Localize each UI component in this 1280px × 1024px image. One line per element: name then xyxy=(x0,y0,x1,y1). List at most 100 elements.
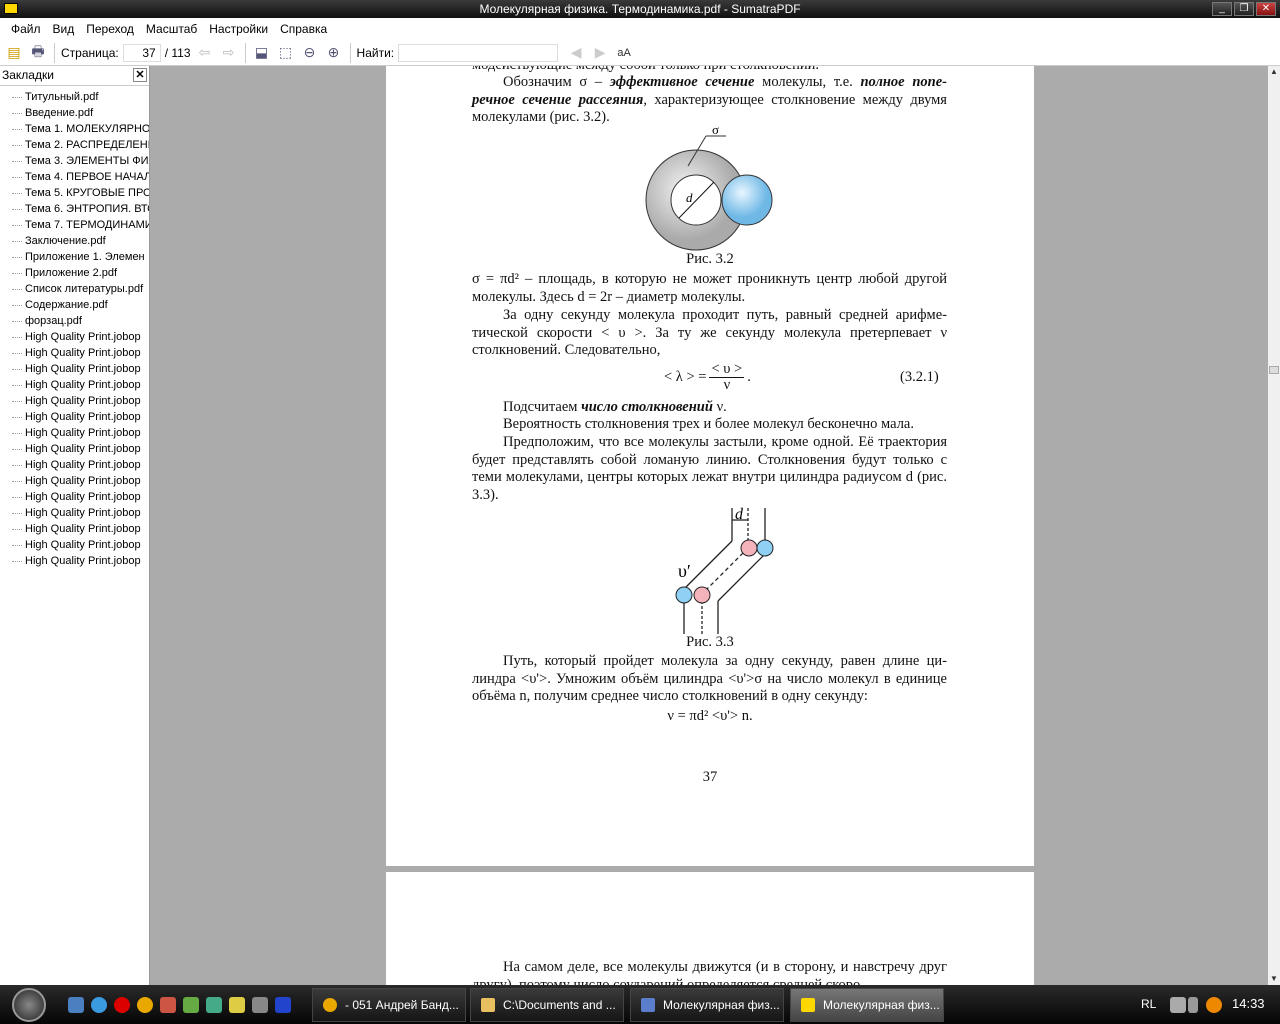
scroll-up-icon[interactable]: ▲ xyxy=(1268,66,1280,78)
scroll-down-icon[interactable]: ▼ xyxy=(1268,973,1280,985)
save-icon[interactable] xyxy=(275,997,291,1013)
bookmark-item[interactable]: High Quality Print.jobop xyxy=(0,425,149,441)
fit-width-icon[interactable]: ⬓ xyxy=(252,43,272,63)
bookmark-item[interactable]: High Quality Print.jobop xyxy=(0,393,149,409)
bookmark-item[interactable]: High Quality Print.jobop xyxy=(0,345,149,361)
bookmark-item[interactable]: High Quality Print.jobop xyxy=(0,537,149,553)
bookmark-item[interactable]: Заключение.pdf xyxy=(0,233,149,249)
app-icon[interactable] xyxy=(206,997,222,1013)
bookmark-item[interactable]: High Quality Print.jobop xyxy=(0,505,149,521)
bookmark-item[interactable]: High Quality Print.jobop xyxy=(0,457,149,473)
task-word[interactable]: Молекулярная физ... xyxy=(630,988,784,1022)
menu-file[interactable]: Файл xyxy=(5,18,47,40)
equation-3-2-1: < λ > = < υ > ν . xyxy=(664,361,751,393)
menu-help[interactable]: Справка xyxy=(274,18,333,40)
volume-icon[interactable] xyxy=(1188,997,1198,1013)
bookmark-item[interactable]: Тема 7. ТЕРМОДИНАМИ xyxy=(0,217,149,233)
app-logo-icon xyxy=(4,3,18,14)
page-input[interactable] xyxy=(122,43,161,62)
find-prev-icon[interactable]: ◀ xyxy=(566,43,586,63)
minimize-button[interactable]: _ xyxy=(1212,2,1232,16)
bookmark-item[interactable]: High Quality Print.jobop xyxy=(0,441,149,457)
bookmark-item[interactable]: Тема 5. КРУГОВЫЕ ПРО xyxy=(0,185,149,201)
menu-view[interactable]: Вид xyxy=(47,18,81,40)
bookmark-item[interactable]: High Quality Print.jobop xyxy=(0,329,149,345)
app-icon[interactable] xyxy=(229,997,245,1013)
paragraph: За одну секунду молекула проходит путь, … xyxy=(472,307,947,358)
page-number: 37 xyxy=(702,769,718,785)
bookmark-item[interactable]: Тема 3. ЭЛЕМЕНТЫ ФИЗИ xyxy=(0,153,149,169)
ie-icon[interactable] xyxy=(91,997,107,1013)
fit-page-icon[interactable]: ⬚ xyxy=(276,43,296,63)
bookmark-item[interactable]: Приложение 2.pdf xyxy=(0,265,149,281)
tray-app-icon[interactable] xyxy=(1206,997,1222,1013)
maximize-button[interactable]: ❐ xyxy=(1234,2,1254,16)
molecule-blue xyxy=(756,539,774,557)
equation: ν = πd² <υ'> n. xyxy=(667,708,753,724)
paragraph: σ = πd² – площадь, в которую не может пр… xyxy=(472,271,947,305)
menu-go[interactable]: Переход xyxy=(80,18,140,40)
opera-icon[interactable] xyxy=(114,997,130,1013)
language-indicator[interactable]: RL xyxy=(1141,997,1156,1011)
paragraph: Обозначим σ – эффективное сечение молеку… xyxy=(472,74,947,125)
paragraph: Путь, который пройдет молекула за одну с… xyxy=(472,653,947,704)
find-label: Найти: xyxy=(356,45,395,60)
scroll-thumb[interactable] xyxy=(1269,366,1279,374)
match-case-icon[interactable]: aA xyxy=(614,43,634,63)
find-input[interactable] xyxy=(398,43,559,62)
task-sumatra[interactable]: Молекулярная физ... xyxy=(790,988,944,1022)
menu-bar: Файл Вид Переход Масштаб Настройки Справ… xyxy=(0,18,1280,40)
bookmark-item[interactable]: Тема 4. ПЕРВОЕ НАЧАЛО xyxy=(0,169,149,185)
prev-page-icon[interactable]: ⇦ xyxy=(195,43,215,63)
zoom-in-icon[interactable]: ⊕ xyxy=(324,43,344,63)
bookmark-item[interactable]: Титульный.pdf xyxy=(0,89,149,105)
next-page-icon[interactable]: ⇨ xyxy=(219,43,239,63)
bookmark-item[interactable]: форзац.pdf xyxy=(0,313,149,329)
figure-3-3: d υ′ xyxy=(675,506,774,634)
bookmark-item[interactable]: High Quality Print.jobop xyxy=(0,553,149,569)
bookmark-item[interactable]: High Quality Print.jobop xyxy=(0,377,149,393)
menu-zoom[interactable]: Масштаб xyxy=(140,18,203,40)
bookmark-item[interactable]: High Quality Print.jobop xyxy=(0,521,149,537)
bookmark-item[interactable]: High Quality Print.jobop xyxy=(0,489,149,505)
close-button[interactable]: ✕ xyxy=(1256,2,1276,16)
sigma-label: σ xyxy=(712,122,719,137)
bookmark-item[interactable]: Тема 2. РАСПРЕДЕЛЕНИ xyxy=(0,137,149,153)
bookmark-item[interactable]: Список литературы.pdf xyxy=(0,281,149,297)
paragraph: Предположим, что все молекулы застыли, к… xyxy=(472,434,947,503)
show-desktop-icon[interactable] xyxy=(68,997,84,1013)
bookmark-item[interactable]: Тема 6. ЭНТРОПИЯ. ВТО xyxy=(0,201,149,217)
figure-3-2: σ d xyxy=(645,122,773,251)
print-icon[interactable]: 🖶 xyxy=(28,43,48,63)
start-button[interactable] xyxy=(12,988,46,1022)
pdf-page: модействующие между собой только при сто… xyxy=(386,66,1034,866)
bookmark-item[interactable]: Тема 1. МОЛЕКУЛЯРНО- xyxy=(0,121,149,137)
task-aimp[interactable]: - 051 Андрей Банд... xyxy=(312,988,466,1022)
open-icon[interactable]: ▤ xyxy=(4,43,24,63)
bookmark-item[interactable]: High Quality Print.jobop xyxy=(0,473,149,489)
velocity-label: υ′ xyxy=(678,561,691,581)
app-icon[interactable] xyxy=(183,997,199,1013)
molecule-circle xyxy=(721,174,773,226)
bookmark-item[interactable]: Введение.pdf xyxy=(0,105,149,121)
bookmark-item[interactable]: High Quality Print.jobop xyxy=(0,409,149,425)
aimp-icon[interactable] xyxy=(137,997,153,1013)
bookmark-item[interactable]: Приложение 1. Элемен xyxy=(0,249,149,265)
separator xyxy=(244,42,246,63)
separator xyxy=(349,42,351,63)
paragraph: Подсчитаем число столкновений ν. xyxy=(503,399,727,415)
menu-settings[interactable]: Настройки xyxy=(203,18,274,40)
bookmark-item[interactable]: High Quality Print.jobop xyxy=(0,361,149,377)
find-next-icon[interactable]: ▶ xyxy=(590,43,610,63)
vertical-scrollbar[interactable]: ▲ ▼ xyxy=(1268,66,1280,985)
zoom-out-icon[interactable]: ⊖ xyxy=(300,43,320,63)
clock[interactable]: 14:33 xyxy=(1232,996,1265,1011)
network-icon[interactable] xyxy=(1170,997,1186,1013)
app-icon[interactable] xyxy=(252,997,268,1013)
close-sidebar-button[interactable]: ✕ xyxy=(133,68,147,82)
figure-caption: Рис. 3.2 xyxy=(686,251,734,267)
task-explorer[interactable]: C:\Documents and ... xyxy=(470,988,624,1022)
bookmark-item[interactable]: Содержание.pdf xyxy=(0,297,149,313)
app-icon[interactable] xyxy=(160,997,176,1013)
toolbar: ▤ 🖶 Страница: / 113 ⇦ ⇨ ⬓ ⬚ ⊖ ⊕ Найти: ◀… xyxy=(0,40,1280,66)
